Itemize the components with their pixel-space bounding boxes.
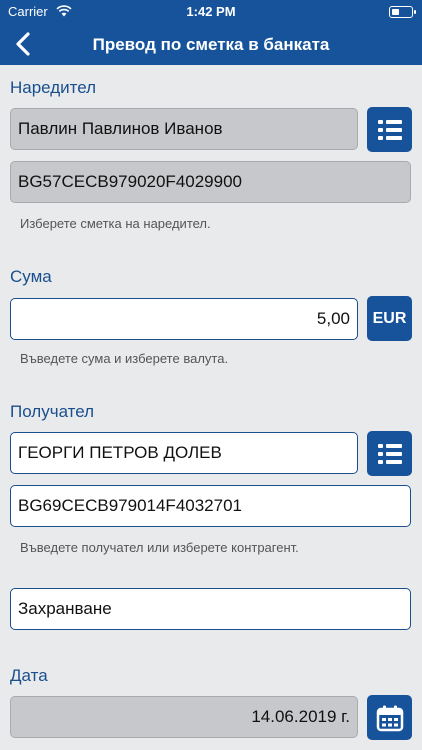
clock: 1:42 PM bbox=[186, 4, 236, 19]
status-bar: Carrier 1:42 PM bbox=[0, 0, 422, 24]
recipient-iban-input[interactable]: BG69CECB979014F4032701 bbox=[10, 485, 411, 527]
payer-list-button[interactable] bbox=[367, 107, 412, 152]
currency-button[interactable]: EUR bbox=[367, 296, 412, 341]
payer-name-field[interactable]: Павлин Павлинов Иванов bbox=[10, 108, 358, 150]
calendar-button[interactable] bbox=[367, 695, 412, 740]
recipient-hint: Въведете получател или изберете контраге… bbox=[20, 540, 299, 555]
calendar-icon bbox=[376, 705, 403, 731]
payer-label: Наредител bbox=[10, 78, 97, 97]
date-field[interactable]: 14.06.2019 г. bbox=[10, 696, 358, 738]
save-template-input[interactable]: Захранване bbox=[10, 588, 411, 630]
recipient-name-input[interactable]: ГЕОРГИ ПЕТРОВ ДОЛЕВ bbox=[10, 432, 358, 474]
date-label: Дата bbox=[10, 666, 48, 685]
recipient-label: Получател bbox=[10, 402, 95, 421]
list-icon bbox=[377, 443, 402, 464]
payer-iban-field[interactable]: BG57CECB979020F4029900 bbox=[10, 161, 411, 203]
amount-input[interactable]: 5,00 bbox=[10, 298, 358, 340]
amount-hint: Въведете сума и изберете валута. bbox=[20, 351, 229, 366]
page-title: Превод по сметка в банката bbox=[92, 35, 330, 54]
nav-bar: Превод по сметка в банката bbox=[0, 24, 422, 65]
list-icon bbox=[377, 119, 402, 140]
payer-hint: Изберете сметка на наредител. bbox=[20, 216, 211, 231]
battery-icon bbox=[389, 6, 416, 18]
currency-label: EUR bbox=[372, 309, 407, 327]
contacts-list-button[interactable] bbox=[367, 431, 412, 476]
amount-label: Сума bbox=[10, 267, 52, 286]
